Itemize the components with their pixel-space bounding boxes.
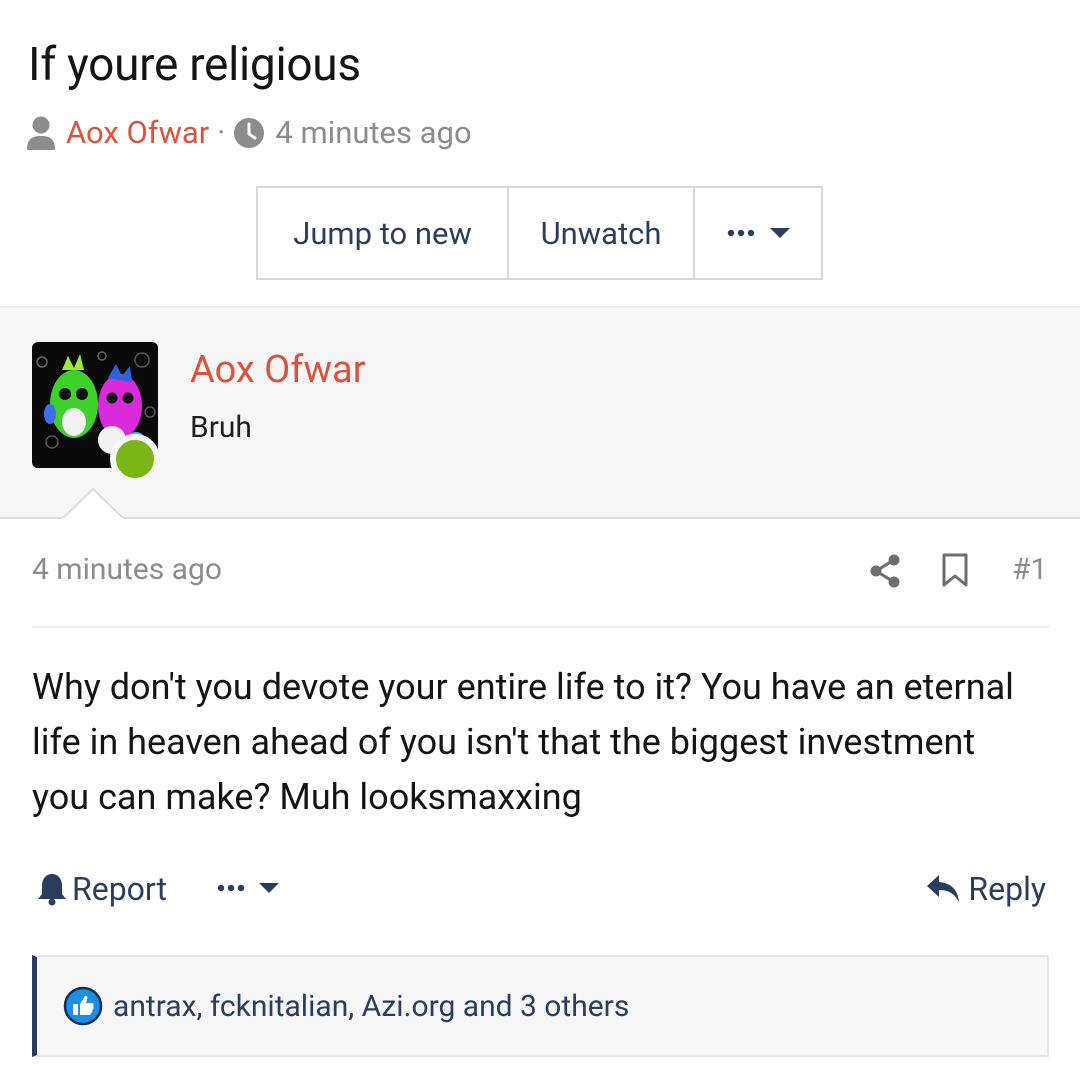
report-label: Report — [72, 870, 167, 908]
thread-meta: Aox Ofwar · 4 minutes ago — [26, 114, 472, 151]
meta-separator: · — [217, 114, 226, 151]
thread-author-link[interactable]: Aox Ofwar — [66, 114, 209, 151]
post-number-link[interactable]: #1 — [1012, 552, 1047, 587]
clock-icon — [234, 117, 265, 148]
reply-arrow-icon — [927, 875, 960, 902]
post-user-block: Aox Ofwar Bruh — [0, 306, 1080, 519]
like-icon — [63, 986, 103, 1026]
online-status-indicator — [110, 434, 160, 484]
post-date[interactable]: 4 minutes ago — [32, 552, 222, 587]
bookmark-icon[interactable] — [941, 553, 969, 587]
bell-icon — [38, 874, 66, 906]
thread-toolbar: Jump to new Unwatch — [256, 186, 823, 280]
reactions-bar[interactable]: antrax, fcknitalian, Azi.org and 3 other… — [32, 955, 1049, 1057]
jump-to-new-button[interactable]: Jump to new — [258, 188, 507, 278]
thread-title: If youre religious — [28, 38, 361, 92]
report-button[interactable]: Report — [36, 866, 167, 912]
reply-button[interactable]: Reply — [926, 866, 1046, 912]
post-more-dropdown-icon[interactable] — [216, 878, 280, 898]
user-block-arrow — [62, 488, 124, 520]
thread-time[interactable]: 4 minutes ago — [275, 114, 471, 151]
post-body: Why don't you devote your entire life to… — [32, 666, 1014, 818]
reactions-text[interactable]: antrax, fcknitalian, Azi.org and 3 other… — [113, 989, 629, 1024]
unwatch-button[interactable]: Unwatch — [507, 188, 693, 278]
user-title: Bruh — [190, 410, 252, 445]
ellipsis-dropdown-icon — [727, 228, 790, 238]
reply-label: Reply — [968, 870, 1046, 908]
share-icon[interactable] — [870, 554, 900, 588]
thread-more-button[interactable] — [693, 188, 821, 278]
post-username[interactable]: Aox Ofwar — [190, 348, 366, 392]
user-icon — [27, 116, 55, 150]
divider — [32, 626, 1049, 628]
